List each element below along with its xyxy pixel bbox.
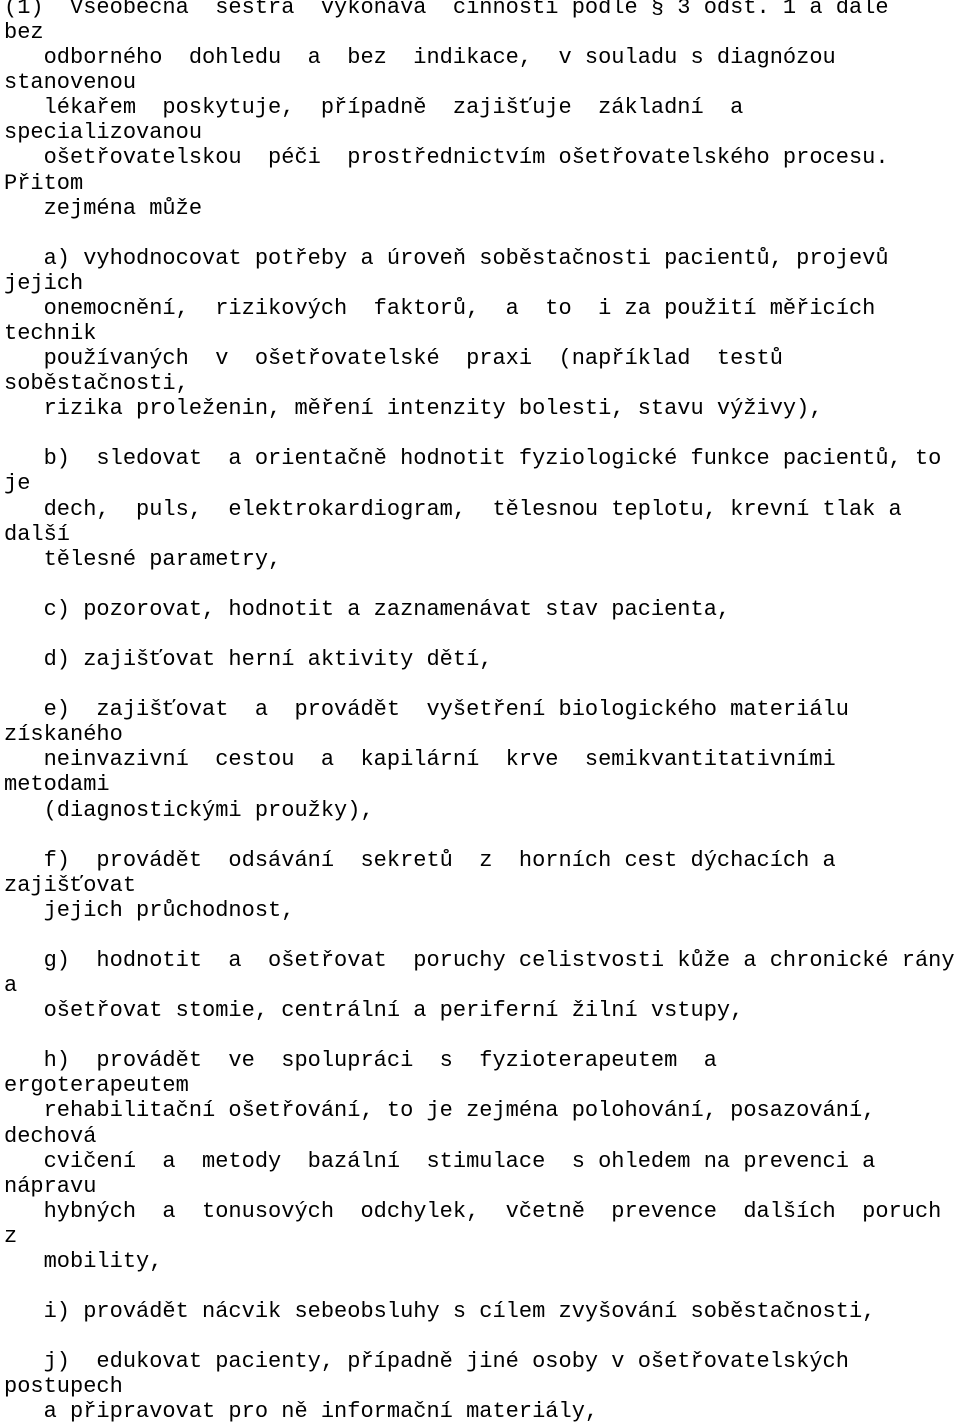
text-line: z [4, 1223, 18, 1249]
text-line: i) provádět nácvik sebeobsluhy s cílem z… [4, 1299, 876, 1325]
text-line: ošetřovatelskou péči prostřednictvím oše… [4, 145, 889, 171]
text-line: a připravovat pro ně informační materiál… [4, 1399, 599, 1425]
text-line: lékařem poskytuje, případně zajišťuje zá… [4, 95, 744, 121]
text-line: jejich [4, 270, 84, 296]
text-line: ošetřovat stomie, centrální a periferní … [4, 998, 744, 1024]
text-line: odborného dohledu a bez indikace, v soul… [4, 45, 836, 71]
text-line: mobility, [4, 1248, 163, 1274]
text-line: ergoterapeutem [4, 1073, 189, 1099]
text-line: b) sledovat a orientačně hodnotit fyziol… [4, 446, 942, 472]
text-line: (1) Všeobecná sestra vykonává činnosti p… [4, 0, 889, 20]
text-line: j) edukovat pacienty, případně jiné osob… [4, 1349, 849, 1375]
text-line: a [4, 973, 18, 999]
text-line: d) zajišťovat herní aktivity dětí, [4, 647, 493, 673]
text-line: a) vyhodnocovat potřeby a úroveň soběsta… [4, 245, 889, 271]
text-line: zajišťovat [4, 872, 137, 898]
text-line: specializovanou [4, 120, 203, 146]
text-line: tělesné parametry, [4, 546, 282, 572]
text-line [4, 1023, 960, 1048]
text-line: nápravu [4, 1173, 97, 1199]
text-line [4, 1274, 960, 1299]
text-line: e) zajišťovat a provádět vyšetření biolo… [4, 697, 849, 723]
text-line [4, 823, 960, 848]
text-line: používaných v ošetřovatelské praxi (např… [4, 346, 783, 372]
text-line: zejména může [4, 195, 203, 221]
text-line: postupech [4, 1374, 123, 1400]
text-line: soběstačnosti, [4, 371, 189, 397]
text-line: hybných a tonusových odchylek, včetně pr… [4, 1198, 942, 1224]
document-body: (1) Všeobecná sestra vykonává činnosti p… [4, 0, 960, 1424]
text-line: je [4, 471, 31, 497]
text-line: bez [4, 20, 44, 46]
text-line: neinvazivní cestou a kapilární krve semi… [4, 747, 836, 773]
text-line: metodami [4, 772, 110, 798]
text-line [4, 221, 960, 246]
text-line [4, 572, 960, 597]
text-line [4, 923, 960, 948]
text-line [4, 1324, 960, 1349]
text-line: stanovenou [4, 70, 137, 96]
text-line [4, 672, 960, 697]
text-line [4, 622, 960, 647]
text-line: f) provádět odsávání sekretů z horních c… [4, 847, 836, 873]
text-line: rizika proleženin, měření intenzity bole… [4, 396, 823, 422]
text-line [4, 421, 960, 446]
text-line: rehabilitační ošetřování, to je zejména … [4, 1098, 876, 1124]
text-line: (diagnostickými proužky), [4, 797, 374, 823]
text-line: onemocnění, rizikových faktorů, a to i z… [4, 295, 876, 321]
text-line: cvičení a metody bazální stimulace s ohl… [4, 1148, 876, 1174]
text-line: g) hodnotit a ošetřovat poruchy celistvo… [4, 947, 955, 973]
text-line: Přitom [4, 170, 84, 196]
text-line: c) pozorovat, hodnotit a zaznamenávat st… [4, 596, 731, 622]
text-line: dech, puls, elektrokardiogram, tělesnou … [4, 496, 902, 522]
text-line: další [4, 521, 71, 547]
text-line: h) provádět ve spolupráci s fyzioterapeu… [4, 1048, 717, 1074]
text-line: technik [4, 321, 97, 347]
text-line: dechová [4, 1123, 97, 1149]
text-line: jejich průchodnost, [4, 897, 295, 923]
text-line: získaného [4, 722, 123, 748]
